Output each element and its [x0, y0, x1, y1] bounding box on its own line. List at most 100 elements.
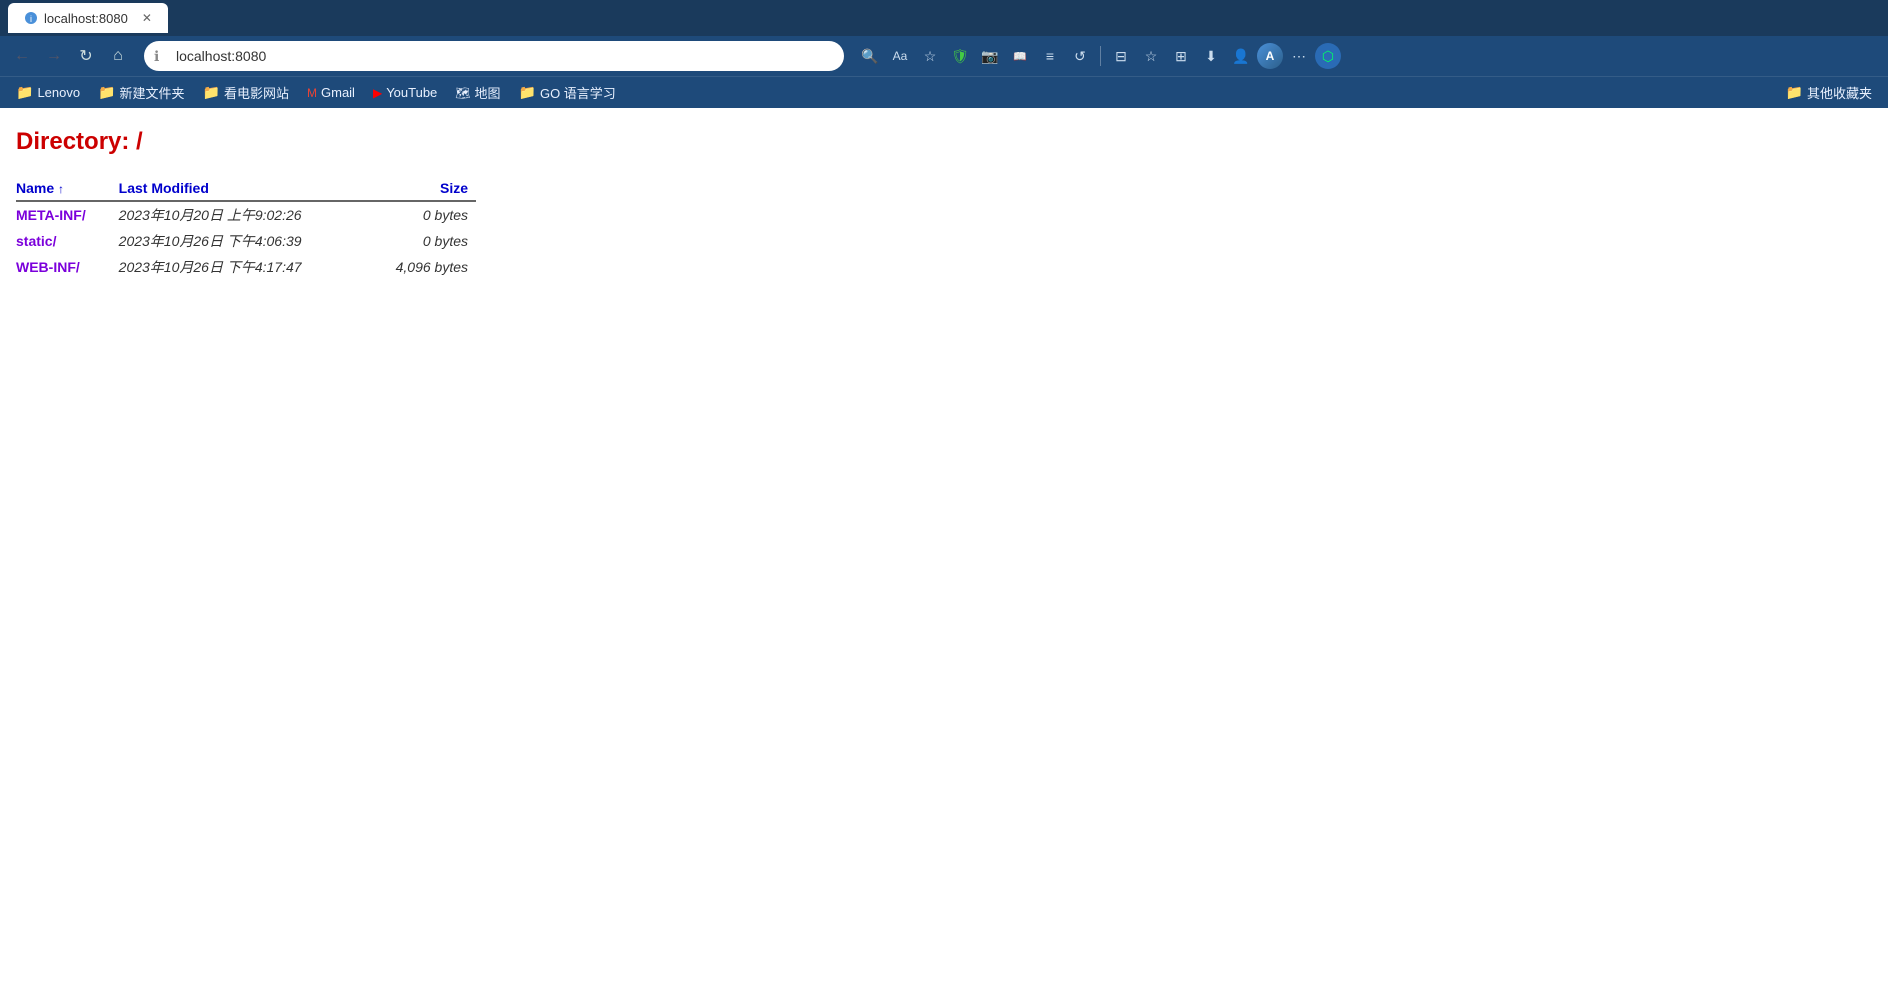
bookmark-label: YouTube — [386, 85, 437, 100]
table-row: static/ 2023年10月26日 下午4:06:39 0 bytes — [16, 228, 476, 254]
bookmark-go-learn[interactable]: 📁 GO 语言学习 — [511, 80, 624, 105]
bookmarks-bar: 📁 Lenovo 📁 新建文件夹 📁 看电影网站 M Gmail ▶ YouTu… — [0, 76, 1888, 108]
sync-icon: ↺ — [1074, 48, 1086, 65]
split-view-button[interactable]: ⊟ — [1107, 42, 1135, 70]
page-title: Directory: / — [16, 128, 1872, 156]
bookmark-label: 地图 — [475, 83, 501, 102]
reader-mode-button[interactable]: Aa — [886, 42, 914, 70]
bookmark-label: GO 语言学习 — [540, 83, 616, 102]
profile-avatar[interactable]: A — [1257, 43, 1283, 69]
refresh-icon: ↻ — [79, 46, 92, 66]
row-size-cell: 0 bytes — [354, 228, 476, 254]
favorites-icon: ☆ — [1145, 48, 1158, 65]
shield-button[interactable]: 🛡 — [946, 42, 974, 70]
bookmark-movie[interactable]: 📁 看电影网站 — [195, 80, 297, 105]
folder-icon: 📁 — [98, 84, 115, 101]
table-row: WEB-INF/ 2023年10月26日 下午4:17:47 4,096 byt… — [16, 254, 476, 280]
tab-bar: i localhost:8080 ✕ — [0, 0, 1888, 36]
bookmark-page-button[interactable]: ☆ — [916, 42, 944, 70]
browser-chrome: i localhost:8080 ✕ ← → ↻ ⌂ ℹ localhost:8… — [0, 0, 1888, 108]
active-tab[interactable]: i localhost:8080 ✕ — [8, 3, 168, 33]
shield-icon: 🛡 — [951, 48, 969, 65]
immersive-reader-button[interactable]: 📖 — [1006, 42, 1034, 70]
security-info-icon[interactable]: ℹ — [154, 48, 170, 64]
bookmark-youtube[interactable]: ▶ YouTube — [365, 82, 445, 103]
bookmark-new-folder[interactable]: 📁 新建文件夹 — [90, 80, 192, 105]
table-row: META-INF/ 2023年10月20日 上午9:02:26 0 bytes — [16, 201, 476, 228]
row-modified-cell: 2023年10月26日 下午4:17:47 — [111, 254, 355, 280]
person-icon: 👤 — [1232, 48, 1249, 65]
back-button[interactable]: ← — [8, 42, 36, 70]
col-name-label: Name — [16, 180, 54, 196]
directory-table: Name ↑ Last Modified Size META-INF/ 2023… — [16, 176, 476, 280]
col-header-name[interactable]: Name ↑ — [16, 176, 111, 201]
bookmark-label: Lenovo — [37, 85, 80, 100]
bookmark-gmail[interactable]: M Gmail — [299, 82, 363, 103]
toolbar-right: 🔍 Aa ☆ 🛡 📷 📖 ≡ ↺ — [856, 42, 1341, 70]
ellipsis-icon: ⋯ — [1292, 48, 1306, 65]
row-modified-cell: 2023年10月26日 下午4:06:39 — [111, 228, 355, 254]
folder-icon: 📁 — [519, 84, 536, 101]
maps-icon: 🗺 — [455, 86, 470, 100]
col-modified-label: Last Modified — [119, 180, 209, 196]
bookmark-other[interactable]: 📁 其他收藏夹 — [1778, 80, 1880, 105]
refresh-sync-button[interactable]: ↺ — [1066, 42, 1094, 70]
row-modified-cell: 2023年10月20日 上午9:02:26 — [111, 201, 355, 228]
refresh-button[interactable]: ↻ — [72, 42, 100, 70]
row-name-cell: static/ — [16, 228, 111, 254]
sort-arrow-icon: ↑ — [58, 182, 64, 196]
page-content: Directory: / Name ↑ Last Modified Size M… — [0, 108, 1888, 1008]
forward-icon: → — [46, 47, 62, 65]
home-icon: ⌂ — [113, 47, 123, 65]
tab-favicon: i — [24, 11, 38, 25]
zoom-button[interactable]: 🔍 — [856, 42, 884, 70]
youtube-icon: ▶ — [373, 86, 382, 100]
screenshot-button[interactable]: 📷 — [976, 42, 1004, 70]
col-header-modified[interactable]: Last Modified — [111, 176, 355, 201]
toolbar: ← → ↻ ⌂ ℹ localhost:8080 🔍 Aa ☆ 🛡 — [0, 36, 1888, 76]
folder-icon: 📁 — [16, 84, 33, 101]
star-icon: ☆ — [924, 48, 937, 65]
collections-icon: ⊞ — [1175, 48, 1187, 65]
collections-button[interactable]: ⊞ — [1167, 42, 1195, 70]
book-icon: 📖 — [1013, 50, 1027, 63]
zoom-icon: 🔍 — [861, 48, 878, 65]
dir-link-meta-inf[interactable]: META-INF/ — [16, 207, 86, 223]
svg-text:i: i — [30, 14, 32, 24]
back-icon: ← — [14, 47, 30, 65]
accounts-button[interactable]: 👤 — [1227, 42, 1255, 70]
favorites-button[interactable]: ☆ — [1137, 42, 1165, 70]
dir-link-static[interactable]: static/ — [16, 233, 56, 249]
split-icon: ⊟ — [1115, 48, 1127, 65]
avatar-initial: A — [1266, 49, 1275, 63]
more-menu-button[interactable]: ⋯ — [1285, 42, 1313, 70]
address-bar-container: ℹ localhost:8080 — [144, 41, 844, 71]
home-button[interactable]: ⌂ — [104, 42, 132, 70]
camera-icon: 📷 — [981, 48, 998, 65]
tab-close-icon[interactable]: ✕ — [142, 11, 152, 25]
folder-icon: 📁 — [203, 84, 220, 101]
extensions-button[interactable]: ⬡ — [1315, 43, 1341, 69]
row-name-cell: META-INF/ — [16, 201, 111, 228]
downloads-button[interactable]: ⬇ — [1197, 42, 1225, 70]
col-header-size[interactable]: Size — [354, 176, 476, 201]
col-size-label: Size — [440, 180, 468, 196]
forward-button[interactable]: → — [40, 42, 68, 70]
extension-icon: ⬡ — [1322, 48, 1334, 65]
bookmark-lenovo[interactable]: 📁 Lenovo — [8, 81, 88, 104]
toolbar-separator-1 — [1100, 46, 1101, 66]
download-icon: ⬇ — [1205, 48, 1217, 65]
gmail-icon: M — [307, 86, 317, 100]
row-size-cell: 4,096 bytes — [354, 254, 476, 280]
bookmark-label: Gmail — [321, 85, 355, 100]
tab-title: localhost:8080 — [44, 11, 128, 26]
list-icon: ≡ — [1046, 48, 1054, 64]
folder-icon: 📁 — [1786, 84, 1803, 101]
reading-list-button[interactable]: ≡ — [1036, 42, 1064, 70]
bookmark-label: 新建文件夹 — [120, 83, 185, 102]
bookmark-maps[interactable]: 🗺 地图 — [447, 80, 508, 105]
table-header-row: Name ↑ Last Modified Size — [16, 176, 476, 201]
dir-link-web-inf[interactable]: WEB-INF/ — [16, 259, 80, 275]
address-text[interactable]: localhost:8080 — [176, 48, 834, 64]
row-size-cell: 0 bytes — [354, 201, 476, 228]
